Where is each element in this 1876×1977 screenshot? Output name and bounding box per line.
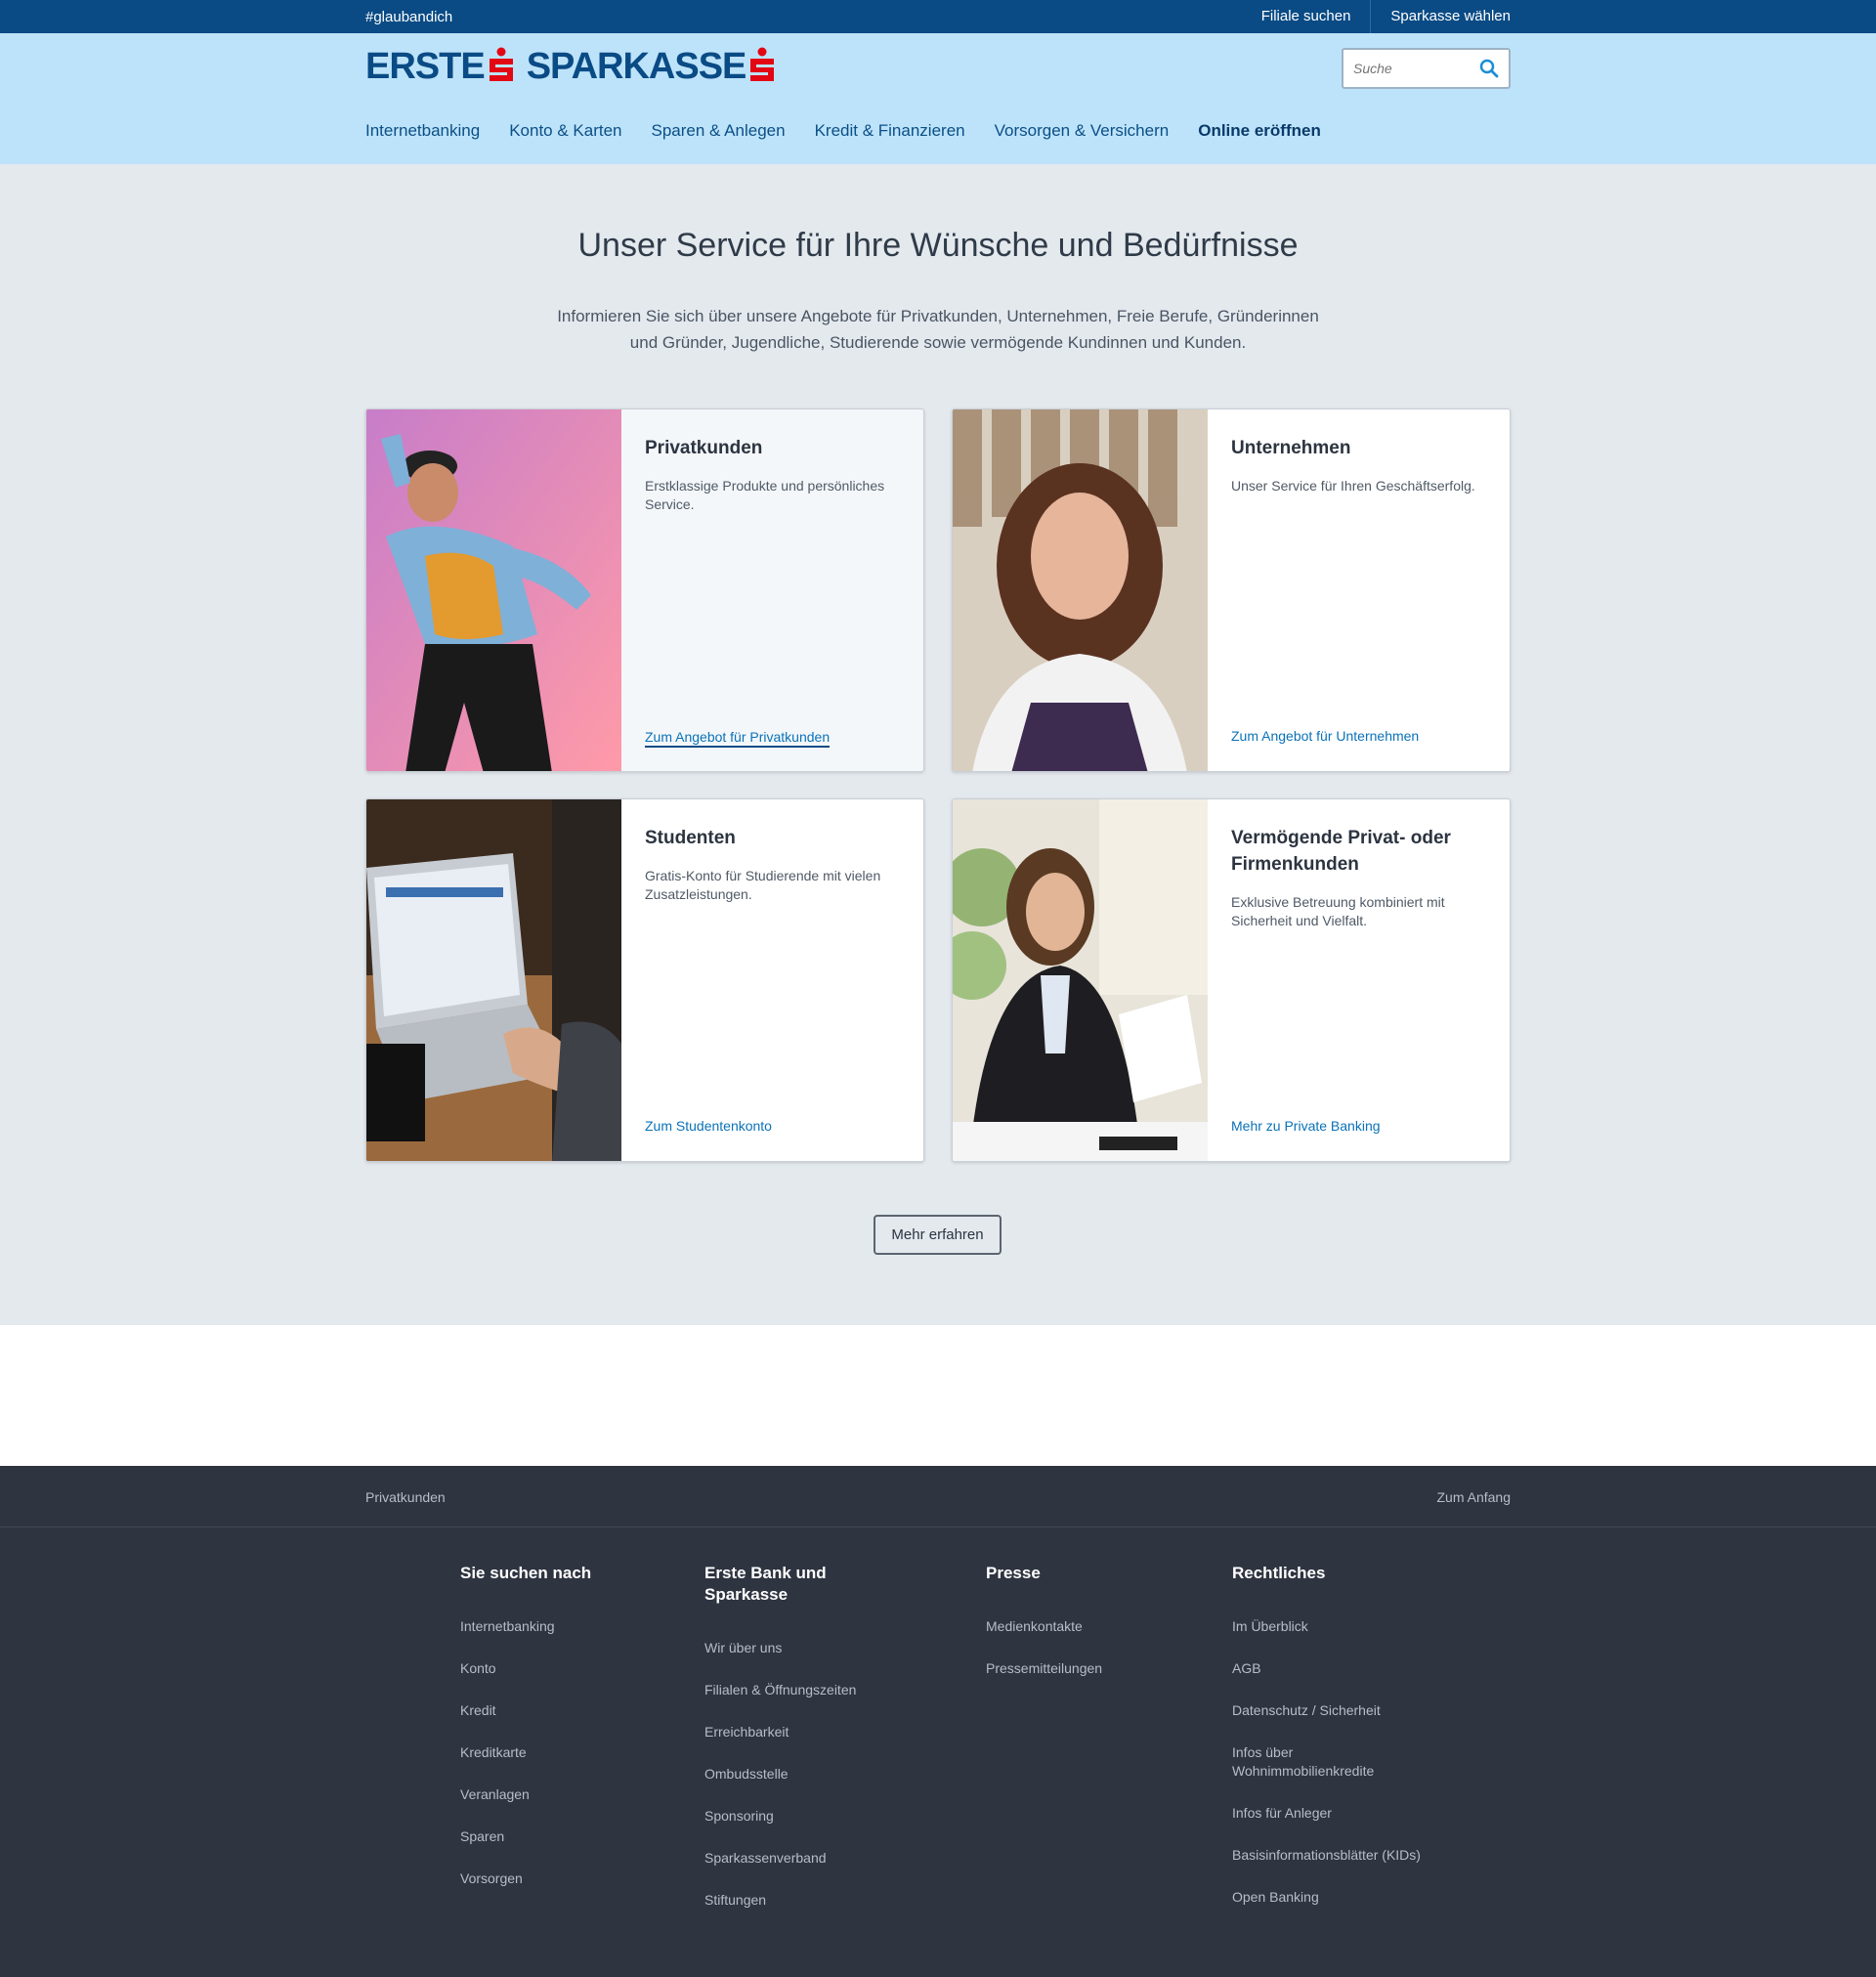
card-vermoegende-kunden[interactable]: Vermögende Privat- oder Firmenkunden Exk… xyxy=(952,798,1511,1162)
footer-link[interactable]: Basisinformationsblätter (KIDs) xyxy=(1232,1846,1428,1865)
footer-link[interactable]: Im Überblick xyxy=(1232,1617,1428,1636)
footer-column-erste-bank: Erste Bank und Sparkasse Wir über uns Fi… xyxy=(704,1563,871,1933)
logo-text-erste: ERSTE xyxy=(365,45,486,87)
card-text: Exklusive Betreuung kombiniert mit Siche… xyxy=(1231,894,1445,928)
footer-link[interactable]: Erreichbarkeit xyxy=(704,1723,871,1741)
footer-link[interactable]: Veranlagen xyxy=(460,1785,656,1804)
erste-sparkasse-logo[interactable]: ERSTE SPARKASSE xyxy=(365,45,780,87)
logo-text-sparkasse: SPARKASSE xyxy=(526,45,747,87)
footer-column-presse: Presse Medienkontakte Pressemitteilungen xyxy=(986,1563,1181,1701)
card-text: Gratis-Konto für Studierende mit vielen … xyxy=(645,868,881,902)
card-studenten[interactable]: Studenten Gratis-Konto für Studierende m… xyxy=(365,798,924,1162)
footer-link[interactable]: Datenschutz / Sicherheit xyxy=(1232,1701,1428,1720)
footer-link[interactable]: Ombudsstelle xyxy=(704,1765,871,1784)
page-title: Unser Service für Ihre Wünsche und Bedür… xyxy=(577,227,1299,264)
footer-link[interactable]: Infos für Anleger xyxy=(1232,1804,1428,1823)
card-title: Vermögende Privat- oder Firmenkunden xyxy=(1231,828,1451,875)
back-to-top-link[interactable]: Zum Anfang xyxy=(1437,1489,1512,1505)
studenten-photo xyxy=(366,799,621,1161)
sparkasse-s-logo-icon xyxy=(487,47,516,86)
main-nav: Internetbanking Konto & Karten Sparen & … xyxy=(365,121,1321,141)
footer-link[interactable]: Sponsoring xyxy=(704,1807,871,1826)
private-banking-photo xyxy=(953,799,1208,1161)
find-branch-link[interactable]: Filiale suchen xyxy=(1242,0,1371,33)
footer-link[interactable]: Medienkontakte xyxy=(986,1617,1181,1636)
card-privatkunden[interactable]: Privatkunden Erstklassige Produkte und p… xyxy=(365,408,924,772)
footer: Privatkunden Zum Anfang Sie suchen nach … xyxy=(0,1466,1876,1977)
footer-column-title: Rechtliches xyxy=(1232,1564,1326,1582)
footer-link[interactable]: Kreditkarte xyxy=(460,1743,656,1762)
intro-text: Informieren Sie sich über unsere Angebot… xyxy=(557,307,1319,352)
footer-link[interactable]: Filialen & Öffnungszeiten xyxy=(704,1681,871,1699)
spacer xyxy=(0,1325,1876,1466)
nav-konto-karten[interactable]: Konto & Karten xyxy=(509,121,621,141)
nav-internetbanking[interactable]: Internetbanking xyxy=(365,121,480,141)
main-content: Unser Service für Ihre Wünsche und Bedür… xyxy=(0,164,1876,1325)
card-unternehmen[interactable]: Unternehmen Unser Service für Ihren Gesc… xyxy=(952,408,1511,772)
nav-online-eroeffnen[interactable]: Online eröffnen xyxy=(1198,121,1321,141)
card-link-privatkunden[interactable]: Zum Angebot für Privatkunden xyxy=(645,729,831,748)
footer-link[interactable]: Sparen xyxy=(460,1827,656,1846)
header: ERSTE SPARKASSE Suche Internetbanking Ko… xyxy=(0,33,1876,164)
footer-link[interactable]: Internetbanking xyxy=(460,1617,656,1636)
card-link-private-banking[interactable]: Mehr zu Private Banking xyxy=(1231,1118,1381,1134)
card-title: Unternehmen xyxy=(1231,438,1351,458)
search-input[interactable] xyxy=(1353,61,1479,76)
card-text: Erstklassige Produkte und persönliches S… xyxy=(645,478,885,512)
card-link-studentenkonto[interactable]: Zum Studentenkonto xyxy=(645,1118,772,1134)
footer-column-title: Presse xyxy=(986,1564,1041,1582)
card-link-unternehmen[interactable]: Zum Angebot für Unternehmen xyxy=(1231,728,1419,744)
search-icon[interactable] xyxy=(1479,59,1499,78)
nav-sparen-anlegen[interactable]: Sparen & Anlegen xyxy=(652,121,786,141)
footer-link[interactable]: Sparkassenverband xyxy=(704,1849,871,1868)
card-title: Studenten xyxy=(645,828,736,848)
footer-column-rechtliches: Rechtliches Im Überblick AGB Datenschutz… xyxy=(1232,1563,1428,1930)
footer-column-sie-suchen-nach: Sie suchen nach Internetbanking Konto Kr… xyxy=(460,1563,656,1912)
nav-vorsorgen-versichern[interactable]: Vorsorgen & Versichern xyxy=(995,121,1170,141)
footer-link[interactable]: Vorsorgen xyxy=(460,1870,656,1888)
footer-column-title: Erste Bank und Sparkasse xyxy=(704,1564,827,1604)
search-box xyxy=(1342,48,1511,89)
unternehmen-photo xyxy=(953,409,1208,771)
choose-sparkasse-link[interactable]: Sparkasse wählen xyxy=(1371,0,1511,33)
footer-link[interactable]: Kredit xyxy=(460,1701,656,1720)
footer-link[interactable]: Stiftungen xyxy=(704,1891,871,1910)
nav-kredit-finanzieren[interactable]: Kredit & Finanzieren xyxy=(815,121,965,141)
footer-link[interactable]: Open Banking xyxy=(1232,1888,1428,1907)
footer-link[interactable]: Wir über uns xyxy=(704,1639,871,1657)
privatkunden-photo xyxy=(366,409,621,771)
footer-link[interactable]: AGB xyxy=(1232,1659,1428,1678)
top-bar: #glaubandich Filiale suchen Sparkasse wä… xyxy=(0,0,1876,33)
footer-link[interactable]: Pressemitteilungen xyxy=(986,1659,1181,1678)
footer-subbar: Privatkunden Zum Anfang xyxy=(0,1466,1876,1527)
footer-breadcrumb[interactable]: Privatkunden xyxy=(365,1489,446,1505)
footer-link[interactable]: Infos über Wohnimmobilienkredite xyxy=(1232,1743,1428,1781)
footer-column-title: Sie suchen nach xyxy=(460,1564,592,1582)
card-text: Unser Service für Ihren Geschäftserfolg. xyxy=(1231,478,1475,494)
more-button[interactable]: Mehr erfahren xyxy=(874,1215,1002,1255)
card-title: Privatkunden xyxy=(645,438,763,458)
hashtag-link[interactable]: #glaubandich xyxy=(365,9,452,25)
sparkasse-s-logo-icon xyxy=(747,47,777,86)
footer-link[interactable]: Konto xyxy=(460,1659,656,1678)
